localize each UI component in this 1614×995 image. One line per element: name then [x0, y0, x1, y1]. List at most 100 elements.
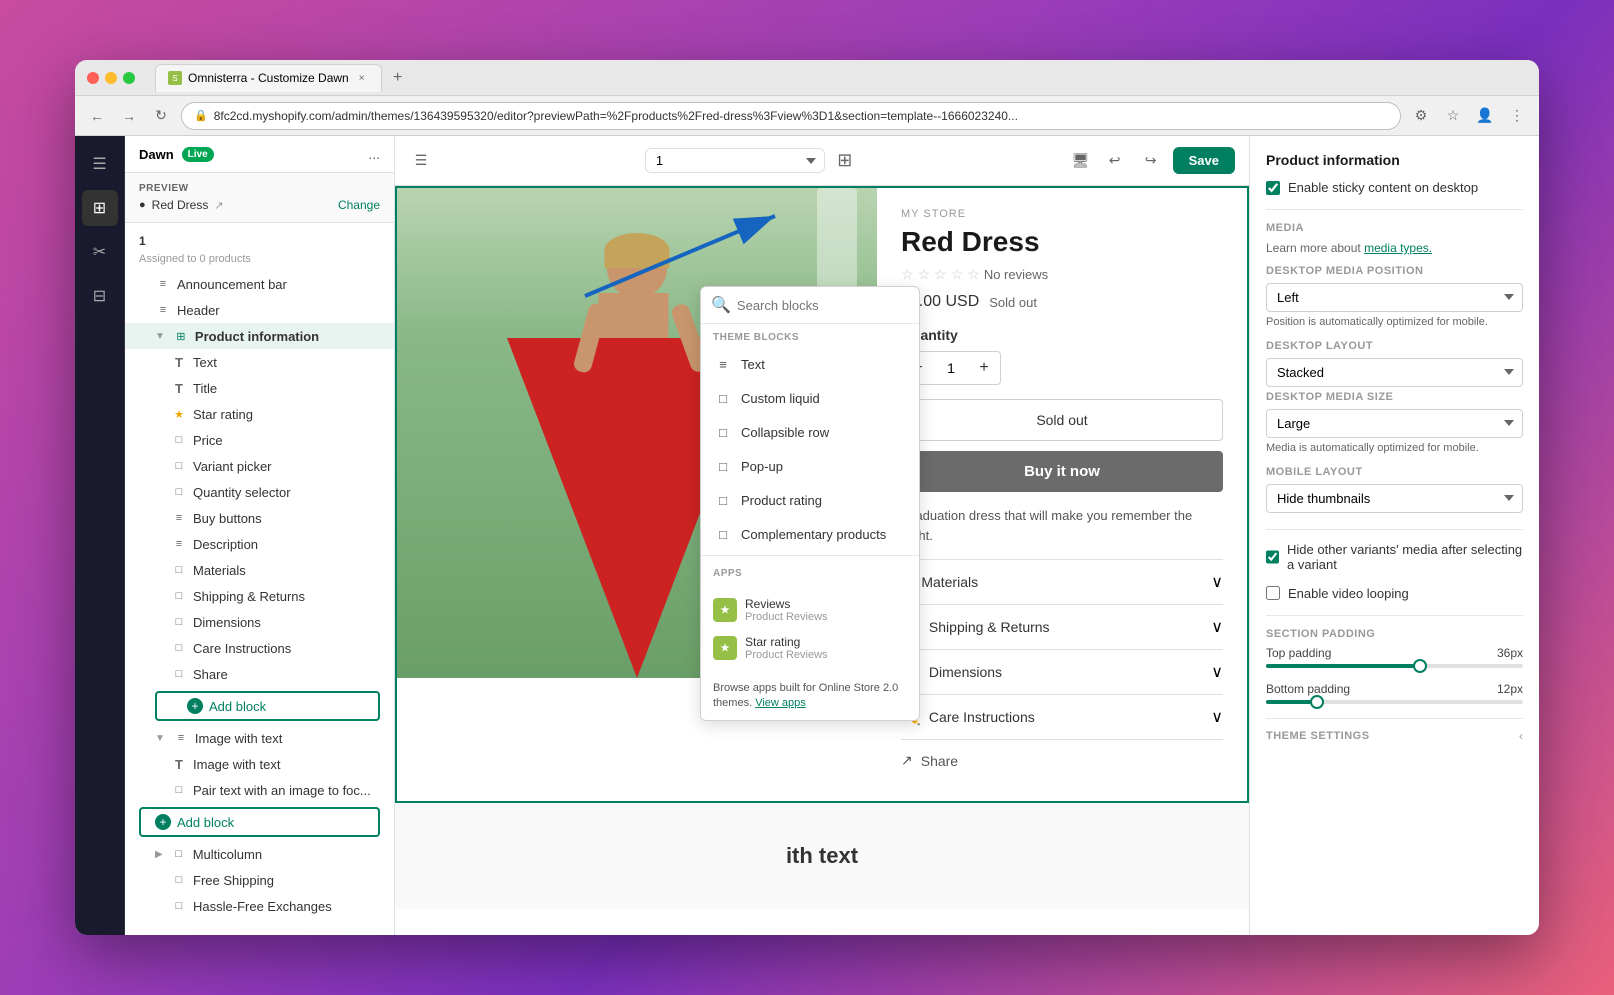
tree-item-text[interactable]: T Text — [125, 349, 394, 375]
preview-num-select[interactable]: 1 — [645, 148, 825, 173]
extensions-button[interactable]: ⚙ — [1409, 104, 1433, 128]
tree-item-star-rating[interactable]: ★ Star rating — [125, 401, 394, 427]
tree-item-announcement-bar[interactable]: ≡ Announcement bar — [125, 271, 394, 297]
profile-button[interactable]: 👤 — [1473, 104, 1497, 128]
sidebar-icon-expand[interactable]: ☰ — [82, 146, 118, 182]
redo-button[interactable]: ↪ — [1137, 147, 1165, 175]
add-block-button[interactable]: + Add block — [155, 691, 380, 721]
tree-item-pair-text[interactable]: □ Pair text with an image to foc... — [125, 777, 394, 803]
media-types-link[interactable]: media types. — [1364, 241, 1432, 255]
change-link[interactable]: Change — [338, 198, 380, 212]
accordion-materials[interactable]: ◆ Materials ∨ — [901, 559, 1223, 604]
tree-item-description[interactable]: ≡ Description — [125, 531, 394, 557]
top-padding-value: 36px — [1497, 646, 1523, 660]
buy-it-now-button[interactable]: Buy it now — [901, 451, 1223, 492]
view-apps-link[interactable]: View apps — [755, 697, 806, 709]
tree-item-hassle-free[interactable]: □ Hassle-Free Exchanges — [125, 893, 394, 919]
desktop-view-button[interactable]: 🖥 — [1069, 149, 1093, 173]
maximize-traffic-light[interactable] — [123, 72, 135, 84]
bottom-padding-thumb[interactable] — [1310, 695, 1324, 709]
undo-button[interactable]: ↩ — [1101, 147, 1129, 175]
accordion-shipping-left: 🚚 Shipping & Returns — [901, 617, 1050, 637]
price-icon: □ — [171, 432, 187, 448]
popup-item-collapsible-row[interactable]: □ Collapsible row — [701, 415, 919, 449]
shipping-accordion-label: Shipping & Returns — [929, 619, 1050, 635]
hide-variants-checkbox[interactable] — [1266, 550, 1279, 564]
tree-item-buy-buttons[interactable]: ≡ Buy buttons — [125, 505, 394, 531]
tree-item-share[interactable]: □ Share — [125, 661, 394, 687]
back-button[interactable]: ← — [85, 104, 109, 128]
popup-item-product-rating[interactable]: □ Product rating — [701, 483, 919, 517]
address-bar[interactable]: 🔒 8fc2cd.myshopify.com/admin/themes/1364… — [181, 102, 1401, 130]
save-button[interactable]: Save — [1173, 147, 1235, 174]
menu-button[interactable]: ⋮ — [1505, 104, 1529, 128]
tree-item-care-instructions[interactable]: □ Care Instructions — [125, 635, 394, 661]
video-looping-checkbox[interactable] — [1266, 586, 1280, 600]
desktop-media-size-select[interactable]: Large Medium Small — [1266, 409, 1523, 438]
active-tab[interactable]: S Omnisterra - Customize Dawn × — [155, 64, 382, 92]
share-row[interactable]: ↗ Share — [901, 739, 1223, 781]
popup-item-complementary[interactable]: □ Complementary products — [701, 517, 919, 551]
refresh-button[interactable]: ↻ — [149, 104, 173, 128]
mobile-layout-select[interactable]: Hide thumbnails Show thumbnails — [1266, 484, 1523, 513]
customize-icon[interactable]: ⊞ — [833, 149, 857, 173]
tree-item-variant-picker[interactable]: □ Variant picker — [125, 453, 394, 479]
live-badge: Live — [182, 147, 214, 162]
new-tab-button[interactable]: + — [386, 66, 410, 90]
popup-item-custom-liquid[interactable]: □ Custom liquid — [701, 381, 919, 415]
sold-out-button[interactable]: Sold out — [901, 399, 1223, 441]
tree-item-quantity-selector[interactable]: □ Quantity selector — [125, 479, 394, 505]
preview-item: ● Red Dress ↗ Change — [139, 198, 380, 212]
popup-search-input[interactable] — [737, 298, 913, 313]
tree-item-image-text[interactable]: T Image with text — [125, 751, 394, 777]
theme-settings-row[interactable]: THEME SETTINGS ‹ — [1266, 718, 1523, 753]
popup-collapsible-icon: □ — [713, 422, 733, 442]
popup-item-popup[interactable]: □ Pop-up — [701, 449, 919, 483]
tree-item-header-section[interactable]: ≡ Header — [125, 297, 394, 323]
desktop-layout-select[interactable]: Stacked Columns — [1266, 358, 1523, 387]
left-panel: Dawn Live ... PREVIEW ● Red Dress ↗ Ch — [125, 136, 395, 935]
app-item-reviews[interactable]: ★ Reviews Product Reviews — [713, 591, 907, 629]
close-traffic-light[interactable] — [87, 72, 99, 84]
desktop-media-pos-select[interactable]: Left Right — [1266, 283, 1523, 312]
editor-toolbar: ☰ 1 ⊞ 🖥 ↩ ↪ Save — [395, 136, 1249, 186]
browser-window: S Omnisterra - Customize Dawn × + ← → ↻ … — [75, 60, 1539, 935]
preview-label: PREVIEW — [139, 183, 380, 194]
forward-button[interactable]: → — [117, 104, 141, 128]
sidebar-icon-customize[interactable]: ⊞ — [82, 190, 118, 226]
sticky-content-checkbox[interactable] — [1266, 181, 1280, 195]
app-item-star-rating[interactable]: ★ Star rating Product Reviews — [713, 629, 907, 667]
tree-item-price[interactable]: □ Price — [125, 427, 394, 453]
tree-item-shipping-returns[interactable]: □ Shipping & Returns — [125, 583, 394, 609]
popup-item-text[interactable]: ≡ Text — [701, 347, 919, 381]
tree-item-free-shipping[interactable]: □ Free Shipping — [125, 867, 394, 893]
quantity-increase-button[interactable]: + — [968, 352, 1000, 384]
hassle-free-label: Hassle-Free Exchanges — [193, 899, 332, 914]
tree-item-dimensions[interactable]: □ Dimensions — [125, 609, 394, 635]
tree-item-product-information[interactable]: ▼ ⊞ Product information — [125, 323, 394, 349]
product-info-icon: ⊞ — [173, 328, 189, 344]
accordion-shipping[interactable]: 🚚 Shipping & Returns ∨ — [901, 604, 1223, 649]
add-block-2-button[interactable]: + Add block — [139, 807, 380, 837]
top-padding-thumb[interactable] — [1413, 659, 1427, 673]
tree-item-multicolumn[interactable]: ▶ □ Multicolumn — [125, 841, 394, 867]
sidebar-toggle-button[interactable]: ☰ — [409, 149, 433, 173]
popup-search-row: 🔍 — [701, 287, 919, 324]
tree-item-materials[interactable]: □ Materials — [125, 557, 394, 583]
accordion-dimensions[interactable]: 📐 Dimensions ∨ — [901, 649, 1223, 694]
minimize-traffic-light[interactable] — [105, 72, 117, 84]
materials-accordion-label: Materials — [921, 574, 978, 590]
accordion-care[interactable]: ✏️ Care Instructions ∨ — [901, 694, 1223, 739]
bookmark-button[interactable]: ☆ — [1441, 104, 1465, 128]
sidebar-icon-sections[interactable]: ✂ — [82, 234, 118, 270]
tree-item-image-with-text[interactable]: ▼ ≡ Image with text — [125, 725, 394, 751]
panel-more-button[interactable]: ... — [368, 146, 380, 162]
popup-complementary-icon: □ — [713, 524, 733, 544]
materials-label: Materials — [193, 563, 246, 578]
plus-2-icon: + — [155, 814, 171, 830]
tree-item-title[interactable]: T Title — [125, 375, 394, 401]
tab-close-button[interactable]: × — [355, 71, 369, 85]
free-shipping-label: Free Shipping — [193, 873, 274, 888]
popup-popup-icon: □ — [713, 456, 733, 476]
sidebar-icon-apps[interactable]: ⊟ — [82, 278, 118, 314]
